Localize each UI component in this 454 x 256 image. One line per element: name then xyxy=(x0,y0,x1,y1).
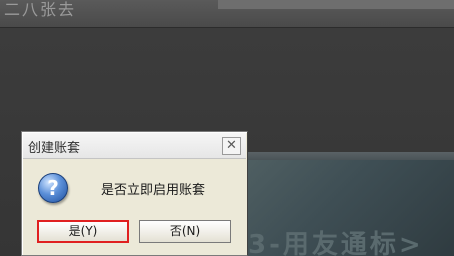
create-account-dialog: 创建账套 ✕ ? 是否立即启用账套 是(Y) 否(N) xyxy=(21,131,248,256)
background-banner-text: 3-用友通标> xyxy=(248,230,424,256)
close-button[interactable]: ✕ xyxy=(222,137,241,155)
close-icon: ✕ xyxy=(226,138,237,153)
dialog-message: 是否立即启用账套 xyxy=(101,183,206,198)
background-title-fragment: 二八张去 xyxy=(4,0,77,19)
yes-button[interactable]: 是(Y) xyxy=(37,220,129,243)
question-icon: ? xyxy=(38,173,68,203)
dialog-title: 创建账套 xyxy=(28,141,81,156)
background-panel-edge xyxy=(246,152,454,160)
background-header: 二八张去 xyxy=(0,0,454,28)
no-button[interactable]: 否(N) xyxy=(139,220,231,243)
dialog-titlebar[interactable]: 创建账套 ✕ xyxy=(23,133,246,159)
background-top-bar xyxy=(218,0,454,10)
